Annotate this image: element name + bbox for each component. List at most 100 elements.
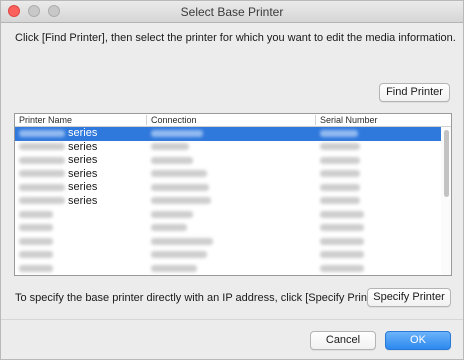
redacted-printer-model [19,237,53,245]
redacted-serial-number [320,143,360,151]
redacted-connection-address [151,129,203,137]
instruction-text: Click [Find Printer], then select the pr… [15,32,456,44]
printer-name-cell: series [19,127,97,141]
redacted-printer-model [19,224,53,232]
connection-cell [151,235,213,249]
redacted-connection-address [151,224,187,232]
redacted-connection-address [151,156,193,164]
redacted-printer-model [19,170,65,178]
redacted-serial-number [320,183,360,191]
serial-number-cell [320,181,360,195]
printer-series-label: series [68,167,98,180]
serial-number-cell [320,141,360,155]
serial-number-cell [320,195,360,209]
redacted-serial-number [320,170,360,178]
table-row[interactable] [15,262,441,275]
redacted-serial-number [320,264,364,272]
redacted-serial-number [320,129,358,137]
printer-series-label: series [68,127,98,139]
redacted-connection-address [151,237,213,245]
printer-name-cell: series [19,154,97,168]
redacted-printer-model [19,251,53,259]
table-row[interactable] [15,208,441,222]
redacted-connection-address [151,264,197,272]
redacted-printer-model [19,143,65,151]
redacted-connection-address [151,197,211,205]
window-title: Select Base Printer [180,5,284,19]
printer-name-cell: series [19,195,97,209]
connection-cell [151,154,193,168]
connection-cell [151,127,203,141]
table-row[interactable]: series [15,181,441,195]
column-header-printer-name[interactable]: Printer Name [19,114,72,126]
find-printer-button[interactable]: Find Printer [379,83,450,102]
table-scrollbar[interactable] [441,127,451,275]
table-row[interactable]: series [15,195,441,209]
table-row[interactable] [15,235,441,249]
serial-number-cell [320,235,364,249]
specify-printer-button[interactable]: Specify Printer [367,288,451,307]
printer-name-cell: series [19,168,97,182]
printer-list-table[interactable]: Printer Name Connection Serial Number se… [14,113,452,276]
table-row[interactable] [15,222,441,236]
printer-name-cell [19,262,53,275]
footer-divider [1,319,463,320]
serial-number-cell [320,249,364,263]
printer-series-label: series [68,194,98,207]
printer-series-label: series [68,181,98,193]
redacted-printer-model [19,197,65,205]
connection-cell [151,262,197,275]
connection-cell [151,249,207,263]
serial-number-cell [320,127,358,141]
redacted-printer-model [19,129,65,137]
redacted-serial-number [320,210,364,218]
redacted-printer-model [19,156,65,164]
table-header: Printer Name Connection Serial Number [15,114,451,127]
title-bar: Select Base Printer [1,1,463,23]
connection-cell [151,181,209,195]
printer-name-cell [19,208,53,222]
cancel-button[interactable]: Cancel [310,331,376,350]
redacted-connection-address [151,210,193,218]
table-body: series series series series series series [15,127,441,275]
redacted-connection-address [151,251,207,259]
printer-series-label: series [68,140,98,153]
table-row[interactable]: series [15,168,441,182]
serial-number-cell [320,154,360,168]
serial-number-cell [320,168,360,182]
redacted-serial-number [320,156,360,164]
serial-number-cell [320,208,364,222]
column-header-connection[interactable]: Connection [151,114,197,126]
specify-printer-hint: To specify the base printer directly wit… [15,292,386,304]
redacted-printer-model [19,210,53,218]
column-divider [146,115,147,125]
redacted-serial-number [320,197,360,205]
redacted-serial-number [320,251,364,259]
table-row[interactable] [15,249,441,263]
connection-cell [151,222,187,236]
connection-cell [151,168,207,182]
redacted-connection-address [151,183,209,191]
connection-cell [151,208,193,222]
redacted-printer-model [19,264,53,272]
printer-series-label: series [68,154,98,166]
redacted-serial-number [320,224,364,232]
select-base-printer-dialog: Select Base Printer Click [Find Printer]… [0,0,464,360]
serial-number-cell [320,222,364,236]
redacted-serial-number [320,237,364,245]
table-row[interactable]: series [15,127,441,141]
connection-cell [151,195,211,209]
table-row[interactable]: series [15,154,441,168]
ok-button[interactable]: OK [385,331,451,350]
redacted-printer-model [19,183,65,191]
printer-name-cell [19,222,53,236]
table-row[interactable]: series [15,141,441,155]
serial-number-cell [320,262,364,275]
redacted-connection-address [151,170,207,178]
column-header-serial-number[interactable]: Serial Number [320,114,378,126]
scrollbar-thumb[interactable] [444,130,449,197]
printer-name-cell [19,249,53,263]
printer-name-cell: series [19,181,97,195]
column-divider [315,115,316,125]
printer-name-cell: series [19,141,97,155]
